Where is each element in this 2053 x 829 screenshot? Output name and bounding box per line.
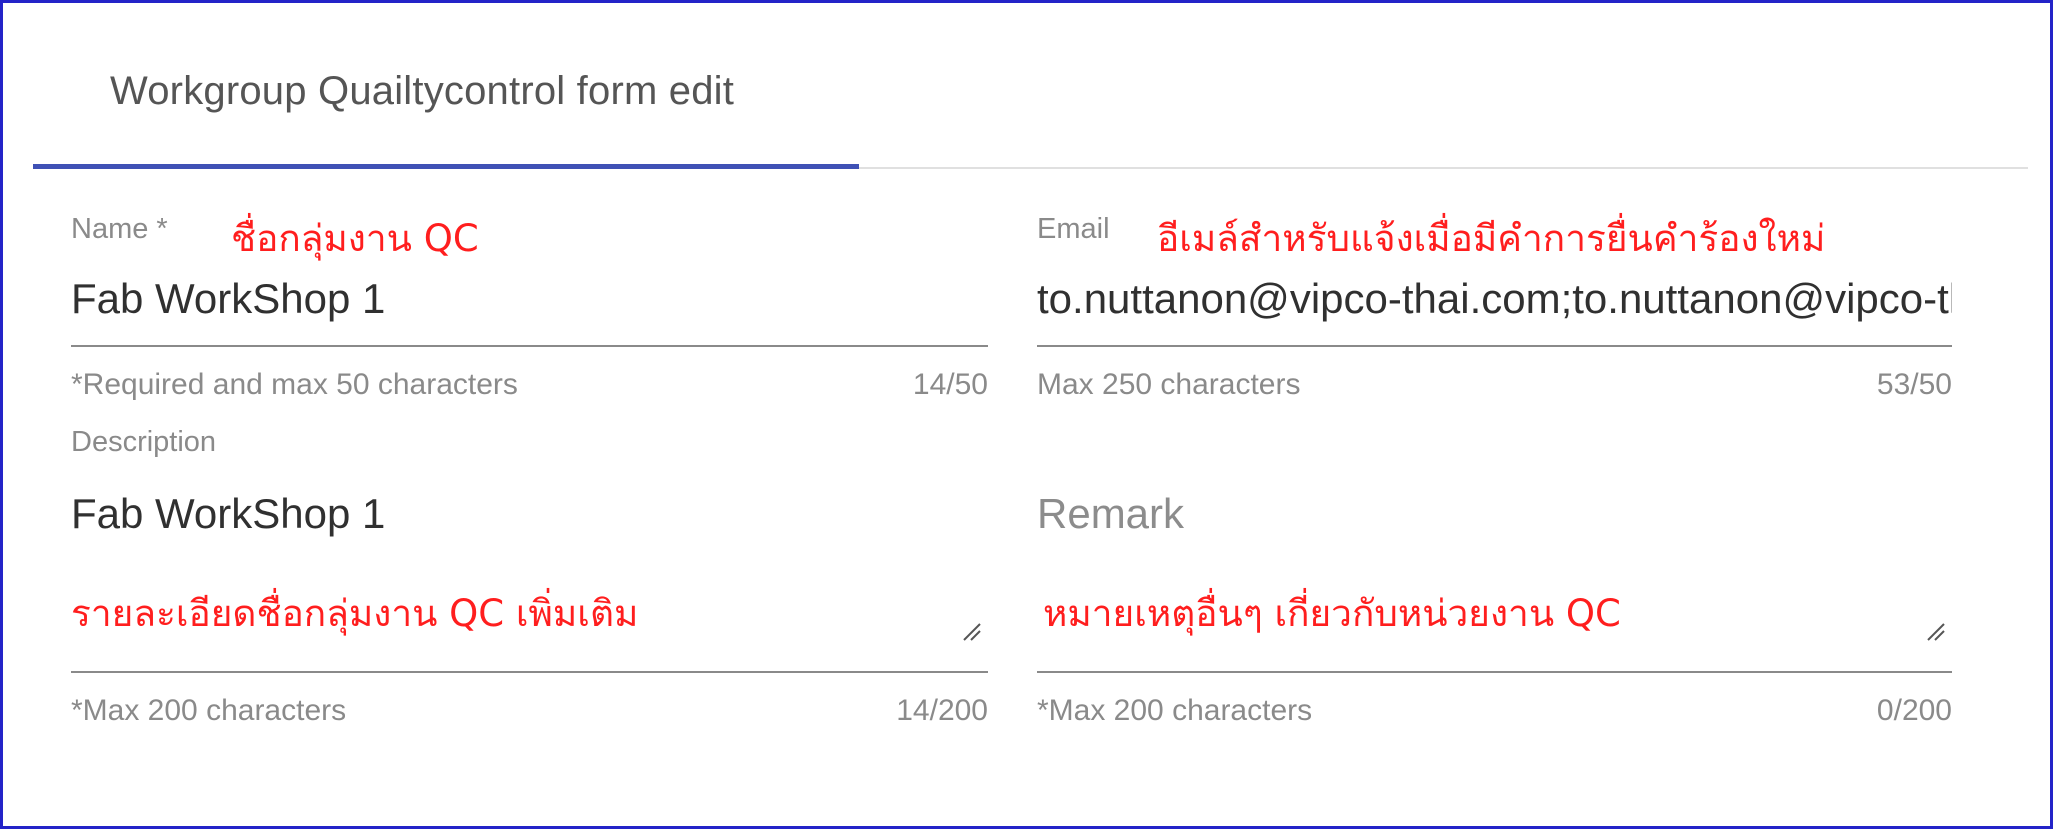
remark-underline: [1037, 671, 1952, 673]
remark-char-count: 0/200: [1876, 694, 1952, 727]
window-frame: Workgroup Quailtycontrol form edit Name …: [0, 0, 2053, 829]
remark-annotation: หมายเหตุอื่นๆ เกี่ยวกับหน่วยงาน QC: [1043, 592, 1621, 635]
email-label: Email: [1037, 213, 1110, 245]
email-field: Email อีเมล์สำหรับแจ้งเมื่อมีคำการยื่นคำ…: [1037, 213, 1952, 413]
description-annotation: รายละเอียดชื่อกลุ่มงาน QC เพิ่มเติม: [71, 592, 639, 635]
name-annotation: ชื่อกลุ่มงาน QC: [231, 217, 479, 260]
resize-handle-icon[interactable]: [1924, 620, 1946, 642]
email-underline: [1037, 345, 1952, 347]
email-hint: Max 250 characters: [1037, 368, 1301, 401]
name-field: Name * ชื่อกลุ่มงาน QC *Required and max…: [71, 213, 988, 413]
remark-field: หมายเหตุอื่นๆ เกี่ยวกับหน่วยงาน QC *Max …: [1037, 426, 1952, 736]
name-hint: *Required and max 50 characters: [71, 368, 518, 401]
description-char-count: 14/200: [896, 694, 988, 727]
tab-workgroup-qc-form-edit[interactable]: Workgroup Quailtycontrol form edit: [33, 5, 859, 169]
name-underline: [71, 345, 988, 347]
tab-bar: Workgroup Quailtycontrol form edit: [33, 5, 2028, 169]
remark-textarea[interactable]: [1037, 488, 1952, 540]
description-textarea[interactable]: [71, 488, 988, 540]
description-field: Description รายละเอียดชื่อกลุ่มงาน QC เพ…: [71, 426, 988, 736]
active-tab-indicator: [33, 164, 859, 169]
email-input[interactable]: [1037, 273, 1952, 325]
name-input[interactable]: [71, 273, 988, 325]
resize-handle-icon[interactable]: [960, 620, 982, 642]
name-label: Name *: [71, 213, 168, 245]
email-char-count: 53/50: [1876, 368, 1952, 401]
description-label: Description: [71, 426, 217, 458]
email-annotation: อีเมล์สำหรับแจ้งเมื่อมีคำการยื่นคำร้องให…: [1157, 217, 1826, 260]
name-char-count: 14/50: [912, 368, 988, 401]
tab-label: Workgroup Quailtycontrol form edit: [110, 69, 735, 113]
remark-hint: *Max 200 characters: [1037, 694, 1313, 727]
description-underline: [71, 671, 988, 673]
description-hint: *Max 200 characters: [71, 694, 347, 727]
